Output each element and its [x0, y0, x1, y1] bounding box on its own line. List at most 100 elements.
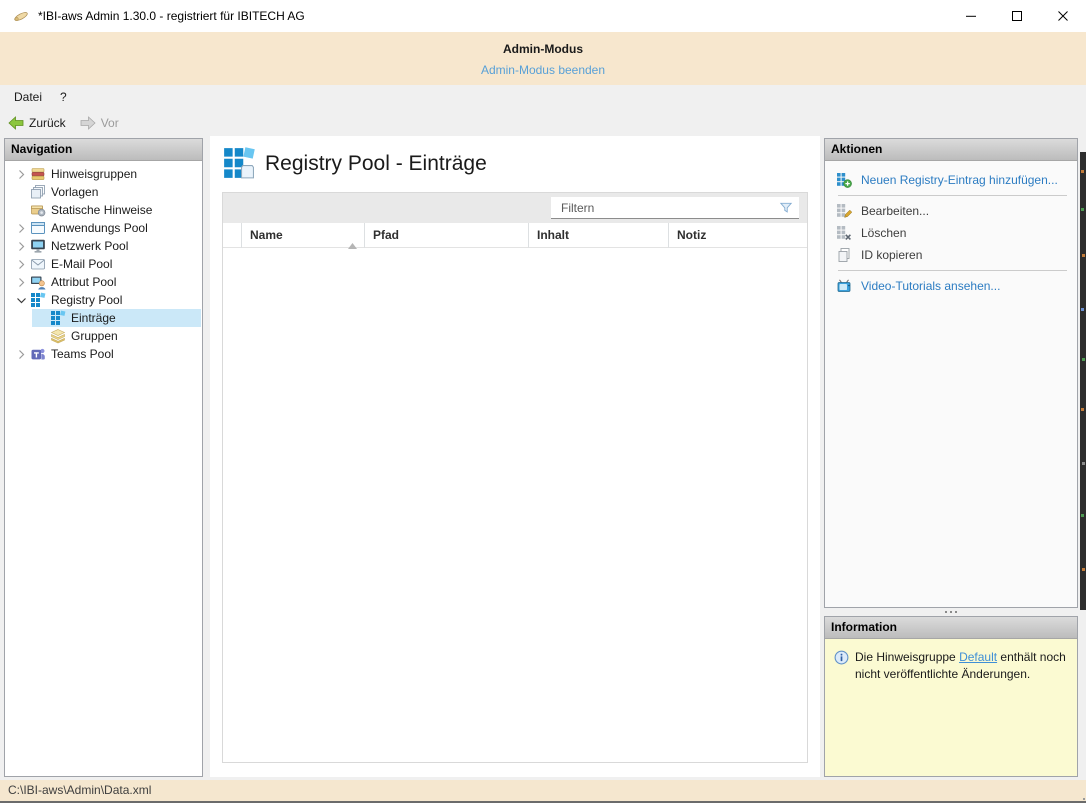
attribute-pool-icon	[30, 274, 48, 290]
sidebar-item-registry-pool[interactable]: Registry Pool	[5, 291, 202, 309]
resize-grip[interactable]	[1079, 794, 1081, 796]
background-window-sliver	[1080, 152, 1086, 610]
column-label: Notiz	[677, 228, 706, 242]
menu-item-datei[interactable]: Datei	[5, 87, 51, 107]
add-registry-entry-icon	[836, 172, 852, 188]
network-pool-icon	[30, 238, 48, 254]
edit-registry-entry-action[interactable]: Bearbeiten...	[825, 200, 1077, 222]
sidebar-item-statische-hinweise[interactable]: Statische Hinweise	[5, 201, 202, 219]
information-header: Information	[825, 617, 1077, 639]
navigation-tree: Hinweisgruppen Vorlagen Statische Hinwei…	[5, 161, 202, 363]
forward-button[interactable]: Vor	[74, 114, 125, 132]
actions-list: Neuen Registry-Eintrag hinzufügen... Bea…	[825, 161, 1077, 297]
actions-panel: Aktionen Neuen Registry-Eintrag hinzufüg…	[824, 138, 1078, 608]
chevron-down-icon[interactable]	[13, 292, 30, 308]
filter-strip	[223, 193, 807, 223]
column-header-name[interactable]: Name	[241, 223, 364, 248]
action-label: Löschen	[861, 226, 906, 240]
sidebar-item-teams-pool[interactable]: Teams Pool	[5, 345, 202, 363]
sidebar-item-netzwerk-pool[interactable]: Netzwerk Pool	[5, 237, 202, 255]
admin-mode-exit-link[interactable]: Admin-Modus beenden	[481, 63, 605, 77]
video-tutorials-icon	[836, 278, 852, 294]
title-bar: *IBI-aws Admin 1.30.0 - registriert für …	[0, 0, 1086, 32]
filter-input[interactable]	[551, 197, 799, 218]
registry-entries-table: Name Pfad Inhalt Notiz	[222, 192, 808, 763]
column-header-notiz[interactable]: Notiz	[668, 223, 807, 248]
add-registry-entry-action[interactable]: Neuen Registry-Eintrag hinzufügen...	[825, 169, 1077, 191]
minimize-button[interactable]	[948, 0, 994, 32]
teams-pool-icon	[30, 346, 48, 362]
default-group-link[interactable]: Default	[959, 650, 997, 664]
groups-icon	[50, 328, 68, 344]
chevron-right-icon[interactable]	[13, 346, 30, 362]
sidebar-item-gruppen[interactable]: Gruppen	[5, 327, 202, 345]
copy-id-icon	[836, 247, 852, 263]
menu-item-help[interactable]: ?	[51, 87, 76, 107]
column-label: Pfad	[373, 228, 399, 242]
registry-entries-page-icon	[222, 146, 256, 180]
app-window: *IBI-aws Admin 1.30.0 - registriert für …	[0, 0, 1086, 803]
delete-registry-entry-action[interactable]: Löschen	[825, 222, 1077, 244]
action-label: Bearbeiten...	[861, 204, 929, 218]
sidebar-item-label: Einträge	[71, 311, 116, 325]
sidebar-item-eintraege[interactable]: Einträge	[5, 309, 202, 327]
navigation-header: Navigation	[5, 139, 202, 161]
email-pool-icon	[30, 256, 48, 272]
static-notices-icon	[30, 202, 48, 218]
close-button[interactable]	[1040, 0, 1086, 32]
chevron-right-icon[interactable]	[13, 220, 30, 236]
filter-box	[551, 197, 799, 219]
separator	[838, 270, 1067, 271]
sidebar-item-label: Hinweisgruppen	[51, 167, 137, 181]
status-bar: C:\IBI-aws\Admin\Data.xml	[0, 780, 1086, 801]
chevron-right-icon[interactable]	[13, 166, 30, 182]
sidebar-item-anwendungs-pool[interactable]: Anwendungs Pool	[5, 219, 202, 237]
sidebar-item-email-pool[interactable]: E-Mail Pool	[5, 255, 202, 273]
sidebar-item-vorlagen[interactable]: Vorlagen	[5, 183, 202, 201]
window-controls	[948, 0, 1086, 32]
menu-bar: Datei ?	[0, 85, 1086, 109]
sidebar-item-label: Teams Pool	[51, 347, 114, 361]
back-button-label: Zurück	[29, 116, 66, 130]
back-button[interactable]: Zurück	[2, 114, 72, 132]
copy-id-action[interactable]: ID kopieren	[825, 244, 1077, 266]
message-prefix: Die Hinweisgruppe	[855, 650, 959, 664]
column-header-gutter	[223, 223, 241, 248]
chevron-right-icon[interactable]	[13, 238, 30, 254]
column-header-inhalt[interactable]: Inhalt	[528, 223, 668, 248]
window-title: *IBI-aws Admin 1.30.0 - registriert für …	[38, 0, 305, 32]
sidebar-item-label: Netzwerk Pool	[51, 239, 128, 253]
chevron-right-icon[interactable]	[13, 274, 30, 290]
tool-bar: Zurück Vor	[0, 109, 1086, 136]
filter-funnel-icon[interactable]	[777, 200, 795, 216]
column-header-pfad[interactable]: Pfad	[364, 223, 528, 248]
chevron-right-icon[interactable]	[13, 256, 30, 272]
sidebar-item-label: Anwendungs Pool	[51, 221, 148, 235]
action-label: ID kopieren	[861, 248, 922, 262]
action-label: Neuen Registry-Eintrag hinzufügen...	[861, 173, 1058, 187]
sidebar-item-label: Vorlagen	[51, 185, 98, 199]
separator	[838, 195, 1067, 196]
back-arrow-icon	[8, 116, 24, 130]
sidebar-item-label: Registry Pool	[51, 293, 122, 307]
information-panel: Information Die Hinweisgruppe Default en…	[824, 616, 1078, 777]
forward-arrow-icon	[80, 116, 96, 130]
action-label: Video-Tutorials ansehen...	[861, 279, 1000, 293]
video-tutorials-action[interactable]: Video-Tutorials ansehen...	[825, 275, 1077, 297]
sidebar-item-hinweisgruppen[interactable]: Hinweisgruppen	[5, 165, 202, 183]
panel-splitter-handle[interactable]	[824, 607, 1078, 616]
chevron-spacer	[33, 328, 50, 344]
sidebar-item-attribut-pool[interactable]: Attribut Pool	[5, 273, 202, 291]
navigation-panel: Navigation Hinweisgruppen Vorlagen Stati…	[4, 138, 203, 777]
chevron-spacer	[33, 310, 50, 326]
column-label: Name	[250, 228, 283, 242]
templates-icon	[30, 184, 48, 200]
delete-registry-entry-icon	[836, 225, 852, 241]
info-icon	[834, 650, 849, 665]
table-body-empty	[223, 249, 807, 762]
app-icon	[13, 8, 29, 24]
sidebar-item-label: Statische Hinweise	[51, 203, 152, 217]
chevron-spacer	[13, 202, 30, 218]
maximize-button[interactable]	[994, 0, 1040, 32]
table-header-row: Name Pfad Inhalt Notiz	[223, 223, 807, 248]
